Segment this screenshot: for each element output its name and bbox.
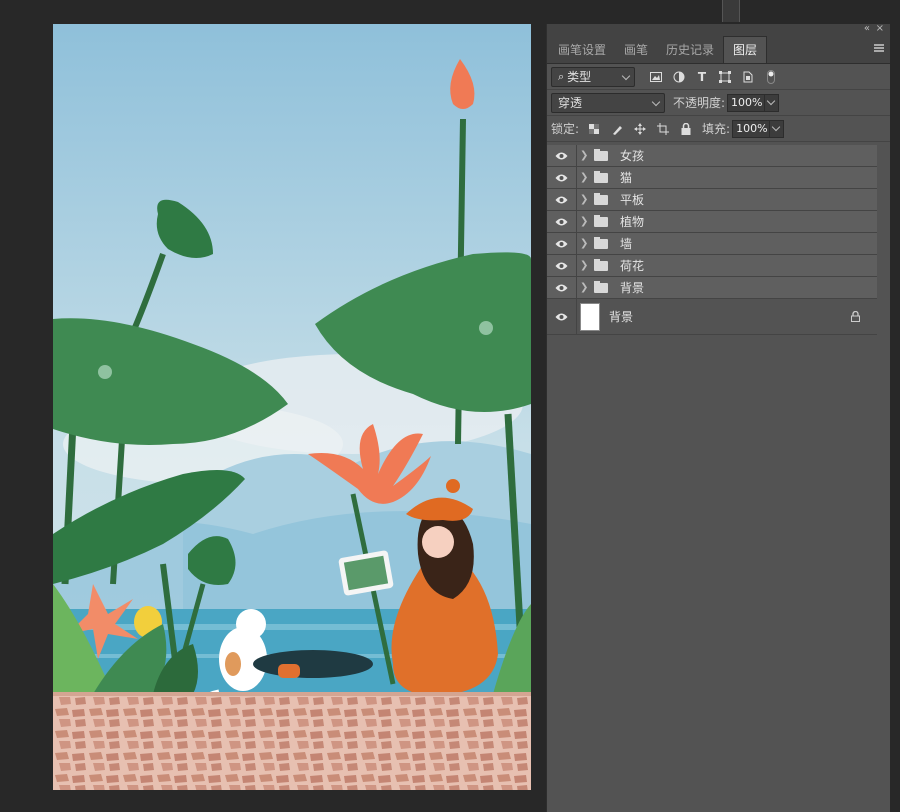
blend-mode-value: 穿透 [558,96,583,110]
layer-name: 平板 [620,193,645,207]
expand-arrow-icon[interactable]: ❯ [580,216,592,227]
visibility-eye-icon[interactable] [547,166,577,189]
expand-arrow-icon[interactable]: ❯ [580,238,592,249]
lock-position-icon[interactable] [633,122,647,136]
layer-name: 墙 [620,237,633,251]
lock-label: 锁定: [551,122,580,136]
lock-fill-row: 锁定: 填充: 100% [547,116,890,142]
visibility-eye-icon[interactable] [547,232,577,255]
chevron-down-icon [651,97,661,106]
fill-slider-dropdown[interactable] [770,119,785,138]
folder-icon [594,192,608,205]
folder-icon [594,214,608,227]
lock-image-pixels-icon[interactable] [610,122,624,136]
layer-name: 植物 [620,215,645,229]
chevron-down-icon [621,71,631,80]
layer-thumbnail [580,302,600,331]
fill-label: 填充: [702,122,731,136]
folder-icon [594,280,608,293]
visibility-eye-icon[interactable] [547,298,577,335]
search-icon: ⌕ [558,69,565,83]
layer-group-wall[interactable]: ❯ 墙 [547,232,877,255]
layer-group-plants[interactable]: ❯ 植物 [547,210,877,233]
expand-arrow-icon[interactable]: ❯ [580,172,592,183]
filter-toggle-icon[interactable] [764,69,778,84]
layer-group-background[interactable]: ❯ 背景 [547,276,877,299]
layer-group-tablet[interactable]: ❯ 平板 [547,188,877,211]
fill-input[interactable]: 100% [732,119,771,138]
adjustment-filter-icon[interactable] [672,70,686,84]
layer-name: 背景 [609,310,634,324]
visibility-eye-icon[interactable] [547,144,577,167]
folder-icon [594,236,608,249]
panel-titlebar: « × [547,23,890,36]
visibility-eye-icon[interactable] [547,276,577,299]
tab-brushes[interactable]: 画笔 [615,37,657,63]
visibility-eye-icon[interactable] [547,210,577,233]
filter-kind-select[interactable]: ⌕ 类型 [551,66,635,87]
visibility-eye-icon[interactable] [547,188,577,211]
blend-opacity-row: 穿透 不透明度: 100% [547,90,890,116]
folder-icon [594,148,608,161]
lock-transparent-pixels-icon[interactable] [587,122,601,136]
lock-artboard-icon[interactable] [656,122,670,136]
lock-all-icon[interactable] [679,122,693,136]
opacity-label: 不透明度: [673,96,726,110]
lock-icon[interactable] [851,310,860,322]
expand-arrow-icon[interactable]: ❯ [580,260,592,271]
filter-kind-value: 类型 [567,70,592,84]
layer-name: 猫 [620,171,633,185]
layer-name: 背景 [620,281,645,295]
tab-layers[interactable]: 图层 [723,36,768,63]
expand-arrow-icon[interactable]: ❯ [580,194,592,205]
tab-history[interactable]: 历史记录 [657,37,723,63]
shape-filter-icon[interactable] [718,70,732,84]
opacity-slider-dropdown[interactable] [765,93,780,112]
layer-group-girl[interactable]: ❯ 女孩 [547,144,877,167]
layers-panel: « × 画笔设置 画笔 历史记录 图层 ⌕ 类型 T 穿透 不透明度: 100%… [546,23,890,812]
layer-group-lotus[interactable]: ❯ 荷花 [547,254,877,277]
close-panel-icon[interactable]: × [876,23,884,35]
pixel-filter-icon[interactable] [649,70,663,84]
collapse-panels-icon[interactable]: « [864,23,870,35]
layer-background[interactable]: 背景 [547,298,877,335]
document-scrollbar-stub [722,0,740,22]
opacity-input[interactable]: 100% [727,93,766,112]
folder-icon [594,258,608,271]
blend-mode-select[interactable]: 穿透 [551,92,665,113]
type-filter-icon[interactable]: T [695,70,709,84]
illustration [53,24,531,790]
layer-filter-row: ⌕ 类型 T [547,64,890,90]
tab-brush-settings[interactable]: 画笔设置 [549,37,615,63]
visibility-eye-icon[interactable] [547,254,577,277]
layer-group-cat[interactable]: ❯ 猫 [547,166,877,189]
expand-arrow-icon[interactable]: ❯ [580,150,592,161]
expand-arrow-icon[interactable]: ❯ [580,282,592,293]
layer-name: 荷花 [620,259,645,273]
document-canvas[interactable] [53,24,531,790]
smart-object-filter-icon[interactable] [741,70,755,84]
layer-name: 女孩 [620,149,645,163]
folder-icon [594,170,608,183]
layers-list: ❯ 女孩 ❯ 猫 ❯ 平板 ❯ 植物 ❯ 墙 ❯ 荷花 ❯ 背景 背景 [547,144,877,335]
panel-tabs: 画笔设置 画笔 历史记录 图层 [547,36,890,64]
panel-menu-icon[interactable] [874,44,884,52]
